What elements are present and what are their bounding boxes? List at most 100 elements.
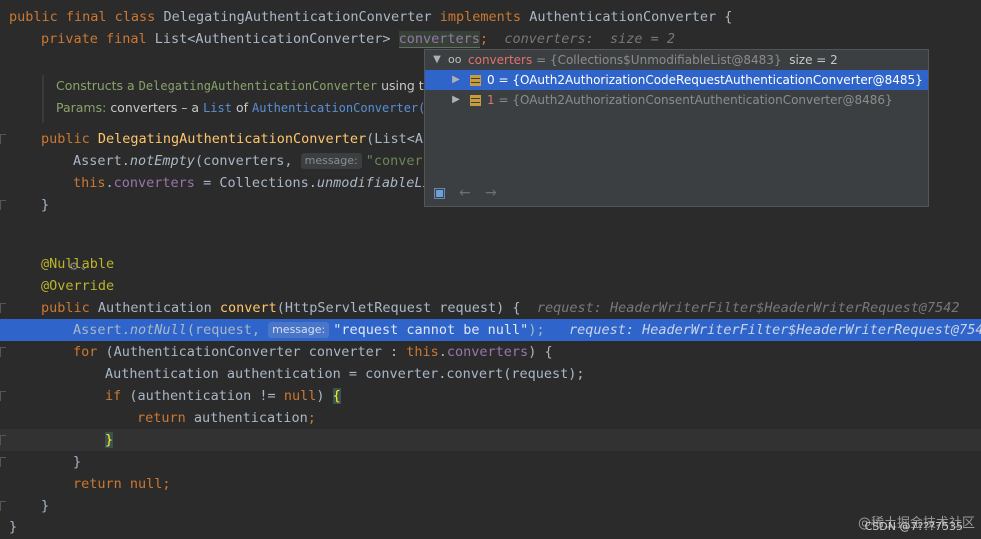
doc-link-list[interactable]: List	[203, 101, 232, 115]
doc-link-converter[interactable]: AuthenticationConverter(s)	[252, 101, 440, 115]
fold-marker[interactable]	[0, 134, 6, 144]
javadoc-rendered: Constructs a DelegatingAuthenticationCon…	[42, 75, 482, 123]
back-arrow-icon[interactable]: ←	[459, 184, 471, 202]
fold-marker[interactable]	[0, 457, 6, 467]
matched-brace: {	[332, 388, 341, 404]
chevron-right-icon[interactable]: ▶	[450, 70, 462, 90]
debug-value-popup[interactable]: ▼ oo converters = {Collections$Unmodifia…	[424, 49, 929, 207]
code-line-caret[interactable]: }	[0, 429, 981, 451]
popup-root-row[interactable]: ▼ oo converters = {Collections$Unmodifia…	[425, 50, 928, 70]
code-text: (authentication !=	[129, 388, 284, 404]
doc-code: DelegatingAuthenticationConverter	[138, 79, 378, 93]
string-literal: "conver	[365, 153, 423, 169]
code-text: )	[316, 388, 333, 404]
code-text: (request,	[186, 322, 269, 338]
keyword: if	[105, 388, 130, 404]
code-line-close-for[interactable]: }	[0, 451, 981, 473]
fold-marker[interactable]	[0, 200, 6, 210]
class-name: DelegatingAuthenticationConverter	[163, 9, 440, 25]
semicolon: ;	[162, 476, 171, 492]
code-line-return-null[interactable]: return null;	[0, 473, 981, 495]
variable-size: size = 2	[789, 53, 838, 67]
type-name: List<AuthenticationConverter>	[154, 31, 399, 47]
variable-name: converters	[468, 53, 533, 67]
popup-child-row-1[interactable]: ▶ 1 = {OAuth2AuthorizationConsentAuthent…	[425, 90, 928, 110]
brace: }	[41, 498, 50, 514]
parameter-hint: message:	[300, 153, 362, 169]
keyword: this	[406, 344, 439, 360]
fold-marker[interactable]	[0, 391, 6, 401]
code-line-annotation-nullable[interactable]: @Nullable	[0, 253, 981, 275]
code-text: (AuthenticationConverter converter :	[105, 344, 407, 360]
code-line-for-loop[interactable]: for (AuthenticationConverter converter :…	[0, 341, 981, 363]
code-line-2[interactable]: private final List<AuthenticationConvert…	[0, 28, 981, 50]
parameter-hint: message:	[268, 322, 330, 338]
index-name: 1	[487, 93, 495, 107]
code-text: .	[438, 344, 447, 360]
variable-value: = {Collections$UnmodifiableList@8483}	[532, 53, 782, 67]
fold-marker[interactable]	[0, 435, 6, 445]
code-text: authentication	[193, 410, 308, 426]
keyword: null	[129, 476, 163, 492]
code-text: Assert.	[73, 153, 130, 169]
watermark-csdn: CSDN @7???7535	[864, 520, 963, 533]
chevron-right-icon[interactable]: ▶	[450, 90, 462, 110]
code-text: (converters,	[194, 153, 301, 169]
method-name: notEmpty	[129, 153, 195, 169]
keyword: private final	[41, 31, 155, 47]
semicolon: ;	[479, 31, 489, 47]
annotation: @Override	[41, 278, 115, 294]
keyword: public final class	[9, 9, 164, 25]
string-literal: "request cannot be null"	[333, 322, 529, 338]
field-converters[interactable]: converters	[398, 31, 480, 48]
interface-name: AuthenticationConverter {	[529, 9, 733, 25]
method-name: unmodifiableLi	[316, 175, 431, 191]
code-line-current-execution[interactable]: Assert.notNull(request, message: "request…	[0, 319, 981, 341]
popup-child-row-0[interactable]: ▶ 0 = {OAuth2AuthorizationCodeRequestAut…	[425, 70, 928, 90]
method-name: notNull	[129, 322, 187, 338]
pin-to-watches-icon[interactable]: ▣	[433, 184, 446, 202]
constructor-name: DelegatingAuthenticationConverter	[97, 131, 367, 147]
code-line-close-class[interactable]: }	[0, 516, 981, 538]
variable-value: = {OAuth2AuthorizationCodeRequestAuthent…	[494, 73, 923, 87]
keyword: public	[41, 300, 98, 316]
keyword: null	[283, 388, 317, 404]
annotation: @Nullable	[41, 256, 115, 272]
brace: }	[41, 197, 50, 213]
code-line-if[interactable]: if (authentication != null) {	[0, 385, 981, 407]
code-line-annotation-override[interactable]: @Override	[0, 275, 981, 297]
code-line-return-auth[interactable]: return authentication;	[0, 407, 981, 429]
keyword: implements	[439, 9, 530, 25]
code-line-convert-call[interactable]: Authentication authentication = converte…	[0, 363, 981, 385]
code-text: = Collections.	[194, 175, 317, 191]
matched-brace: }	[105, 432, 114, 448]
code-line-convert-signature[interactable]: public Authentication convert(HttpServle…	[0, 297, 981, 319]
chevron-down-icon[interactable]: ▼	[431, 50, 443, 70]
inline-debug-value: converters: size = 2	[504, 31, 676, 47]
code-text: (List<Au	[366, 131, 432, 147]
index-name: 0	[487, 73, 495, 87]
doc-text: Constructs a	[56, 78, 139, 93]
field-converters: converters	[113, 175, 195, 191]
code-line-1[interactable]: public final class DelegatingAuthenticat…	[0, 6, 981, 28]
semicolon: ;	[307, 410, 316, 426]
code-line-close-method[interactable]: }	[0, 495, 981, 517]
keyword: return	[73, 476, 130, 492]
fold-marker[interactable]	[0, 501, 6, 511]
field-icon	[470, 95, 481, 106]
fold-marker[interactable]	[0, 303, 6, 313]
code-text: Assert.	[73, 322, 130, 338]
variable-value: = {OAuth2AuthorizationConsentAuthenticat…	[494, 93, 893, 107]
doc-text: of	[231, 100, 252, 115]
forward-arrow-icon[interactable]: →	[485, 184, 497, 202]
type-name: Authentication	[97, 300, 220, 316]
inline-debug-value: request: HeaderWriterFilter$HeaderWriter…	[536, 300, 960, 316]
brace: }	[73, 454, 82, 470]
code-text: Authentication authentication = converte…	[105, 366, 585, 382]
watermark: @稀土掘金技术社区 CSDN @7???7535	[858, 512, 975, 533]
code-text: .	[105, 175, 114, 191]
inline-debug-value: request: HeaderWriterFilter$HeaderWriter…	[568, 322, 981, 338]
keyword: public	[41, 131, 98, 147]
fold-marker[interactable]	[0, 347, 6, 357]
doc-params-label: Params:	[56, 100, 111, 115]
